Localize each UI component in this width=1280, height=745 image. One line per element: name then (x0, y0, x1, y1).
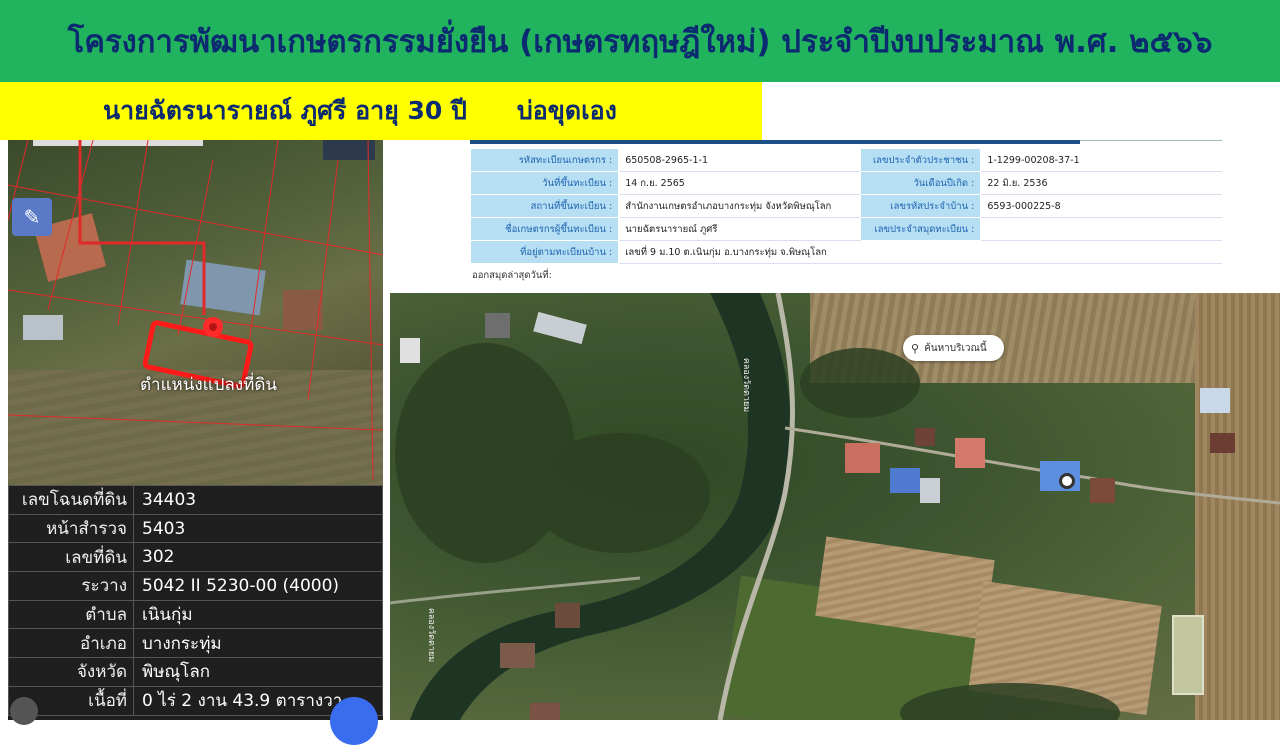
parcel-boundaries (8, 140, 383, 481)
registration-label: ที่อยู่ตามทะเบียนบ้าน : (469, 240, 620, 264)
land-info-row: จังหวัด พิษณุโลก (8, 657, 383, 687)
land-info-value: เนินกุ่ม (133, 599, 383, 630)
search-icon: ⚲ (911, 341, 920, 355)
land-info-label: ระวาง (8, 571, 134, 601)
locate-button[interactable] (10, 697, 38, 725)
registration-row: ชื่อเกษตรกรผู้ขึ้นทะเบียน : นายฉัตรนารายณ… (469, 217, 1222, 241)
canal-label: คลองวัดตายม (426, 607, 437, 663)
parcel-location-label: ตำแหน่งแปลงที่ดิน (140, 375, 278, 395)
registration-value: 650508-2965-1-1 (618, 148, 861, 172)
registration-value: สำนักงานเกษตรอำเภอบางกระทุ่ม จังหวัดพิษณ… (618, 194, 861, 218)
action-fab-button[interactable] (330, 697, 378, 745)
registration-row: สถานที่ขึ้นทะเบียน : สำนักงานเกษตรอำเภอบา… (469, 194, 1222, 218)
land-info-row: เลขโฉนดที่ดิน 34403 (8, 485, 383, 515)
registration-row: วันที่ขึ้นทะเบียน :14 ก.ย. 2565 วันเดือนป… (469, 171, 1222, 195)
registration-value: 22 มิ.ย. 2536 (980, 171, 1222, 195)
land-info-value: 34403 (133, 485, 383, 515)
well-type: บ่อขุดเอง (516, 96, 617, 125)
registration-row: รหัสทะเบียนเกษตรกร :650508-2965-1-1 เลขปร… (469, 148, 1222, 172)
land-info-label: หน้าสำรวจ (8, 513, 134, 544)
registration-value: 14 ก.ย. 2565 (618, 171, 861, 195)
search-this-area-label: ค้นหาบริเวณนี้ (924, 342, 987, 354)
land-info-label: เลขที่ดิน (8, 542, 134, 573)
land-info-label: ตำบล (8, 599, 134, 630)
location-pin-icon[interactable] (1059, 473, 1075, 489)
land-info-table: เลขโฉนดที่ดิน 34403 หน้าสำรวจ 5403 เลขที่ดิน… (8, 485, 383, 716)
registration-table: รหัสทะเบียนเกษตรกร :650508-2965-1-1 เลขปร… (469, 148, 1222, 264)
registration-label: เลขประจำสมุดทะเบียน : (859, 217, 982, 241)
registration-label: วันที่ขึ้นทะเบียน : (469, 171, 620, 195)
registration-label: ชื่อเกษตรกรผู้ขึ้นทะเบียน : (469, 217, 620, 241)
farmer-name-age: นายฉัตรนารายณ์ ภูศรี อายุ 30 ปี (103, 96, 467, 125)
registration-label: รหัสทะเบียนเกษตรกร : (469, 148, 620, 172)
land-info-row: เนื้อที่ 0 ไร่ 2 งาน 43.9 ตารางวา (8, 685, 383, 716)
road (390, 576, 641, 605)
registration-label: สถานที่ขึ้นทะเบียน : (469, 194, 620, 218)
satellite-map[interactable]: คลองวัดตายม คลองวัดตายม (390, 293, 1280, 720)
land-info-label: จังหวัด (8, 657, 134, 687)
land-info-value: บางกระทุ่ม (133, 628, 383, 659)
ruler-pencil-icon[interactable]: ✎ (12, 198, 52, 236)
satellite-features (390, 293, 1280, 720)
land-info-value: 302 (133, 542, 383, 573)
registration-row: ที่อยู่ตามทะเบียนบ้าน : เลขที่ 9 ม.10 ต.เ… (469, 240, 1222, 264)
cadastral-map[interactable] (8, 140, 383, 485)
registration-value: 1-1299-00208-37-1 (980, 148, 1222, 172)
land-info-row: อำเภอ บางกระทุ่ม (8, 628, 383, 659)
land-info-label: อำเภอ (8, 628, 134, 659)
registration-label: เลขประจำตัวประชาชน : (859, 148, 982, 172)
page-title-banner: โครงการพัฒนาเกษตรกรรมยั่งยืน (เกษตรทฤษฎี… (0, 0, 1280, 82)
land-info-value: พิษณุโลก (133, 657, 383, 687)
registration-label: วันเดือนปีเกิด : (859, 171, 982, 195)
land-info-row: ระวาง 5042 II 5230-00 (4000) (8, 571, 383, 601)
page-title: โครงการพัฒนาเกษตรกรรมยั่งยืน (เกษตรทฤษฎี… (67, 24, 1213, 60)
land-info-value: 5042 II 5230-00 (4000) (133, 571, 383, 601)
land-info-value: 5403 (133, 513, 383, 544)
land-info-label: เลขโฉนดที่ดิน (8, 485, 134, 515)
registration-value: นายฉัตรนารายณ์ ภูศรี (618, 217, 861, 241)
farmer-name-bar: นายฉัตรนารายณ์ ภูศรี อายุ 30 ปี บ่อขุดเอ… (0, 82, 762, 140)
registration-address-value: เลขที่ 9 ม.10 ต.เนินกุ่ม อ.บางกระทุ่ม จ.… (618, 240, 1222, 264)
land-info-row: หน้าสำรวจ 5403 (8, 513, 383, 544)
search-this-area-button[interactable]: ⚲ ค้นหาบริเวณนี้ (903, 335, 1004, 361)
canal-label: คลองวัดตายม (741, 357, 752, 413)
registration-label: เลขรหัสประจำบ้าน : (859, 194, 982, 218)
printed-date-label: ออกสมุดล่าสุดวันที่: (472, 270, 552, 281)
registration-value (980, 217, 1222, 241)
registration-value: 6593-000225-8 (980, 194, 1222, 218)
land-info-row: ตำบล เนินกุ่ม (8, 599, 383, 630)
tab-strip (470, 140, 1080, 144)
land-info-panel: เลขโฉนดที่ดิน 34403 หน้าสำรวจ 5403 เลขที่ดิน… (8, 485, 383, 720)
land-info-row: เลขที่ดิน 302 (8, 542, 383, 573)
